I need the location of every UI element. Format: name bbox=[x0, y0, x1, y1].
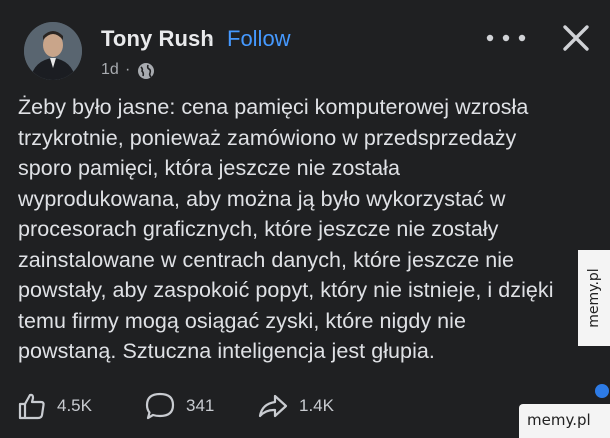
more-horizontal-icon[interactable] bbox=[484, 24, 528, 52]
post-text-line: trzykrotnie, ponieważ zamówiono w przeds… bbox=[18, 125, 517, 150]
post-text-line: sporo pamięci, która jeszcze nie została bbox=[18, 156, 401, 180]
post-text-line: zainstalowane w centrach danych, które j… bbox=[18, 247, 515, 272]
post-text-line: powstaną. Sztuczna inteligencja jest głu… bbox=[18, 339, 435, 363]
post-text-line: Żeby było jasne: cena pamięci komputerow… bbox=[18, 95, 529, 119]
post-text-line: powstały, aby zaspokoić popyt, który nie… bbox=[18, 278, 554, 302]
comment-button[interactable]: 341 bbox=[144, 390, 214, 422]
watermark-bottom-text: memy.pl bbox=[527, 411, 591, 429]
author-name[interactable]: Tony Rush bbox=[101, 26, 214, 52]
watermark-bottom: memy.pl bbox=[519, 404, 610, 438]
watermark-side: memy.pl bbox=[578, 250, 610, 346]
close-icon[interactable] bbox=[560, 22, 592, 54]
floating-action-icon[interactable] bbox=[595, 384, 609, 398]
post-text: Żeby było jasne: cena pamięci komputerow… bbox=[18, 92, 574, 367]
avatar-image bbox=[24, 22, 82, 80]
comment-count: 341 bbox=[186, 396, 215, 415]
thumbs-up-icon bbox=[18, 393, 45, 420]
like-count: 4.5K bbox=[57, 396, 92, 415]
name-separator: · bbox=[206, 26, 214, 51]
share-button[interactable]: 1.4K bbox=[257, 390, 334, 422]
share-count: 1.4K bbox=[299, 396, 334, 415]
post-card: Tony Rush · Follow 1d · Żeby było jasne:… bbox=[0, 0, 610, 438]
post-text-line: procesorach graficznych, które jeszcze n… bbox=[18, 217, 499, 241]
globe-icon bbox=[138, 63, 154, 79]
comment-icon bbox=[145, 392, 175, 420]
avatar[interactable] bbox=[24, 22, 82, 80]
meta-separator: · bbox=[125, 61, 131, 78]
post-text-line: temu firmy mogą osiągać zyski, które nig… bbox=[18, 308, 467, 333]
post-time[interactable]: 1d bbox=[101, 61, 119, 79]
post-text-line: wyprodukowana, aby można ją było wykorzy… bbox=[18, 186, 506, 211]
share-icon bbox=[258, 394, 288, 418]
like-button[interactable]: 4.5K bbox=[17, 390, 92, 422]
follow-button[interactable]: Follow bbox=[227, 26, 291, 52]
watermark-side-text: memy.pl bbox=[586, 268, 602, 328]
